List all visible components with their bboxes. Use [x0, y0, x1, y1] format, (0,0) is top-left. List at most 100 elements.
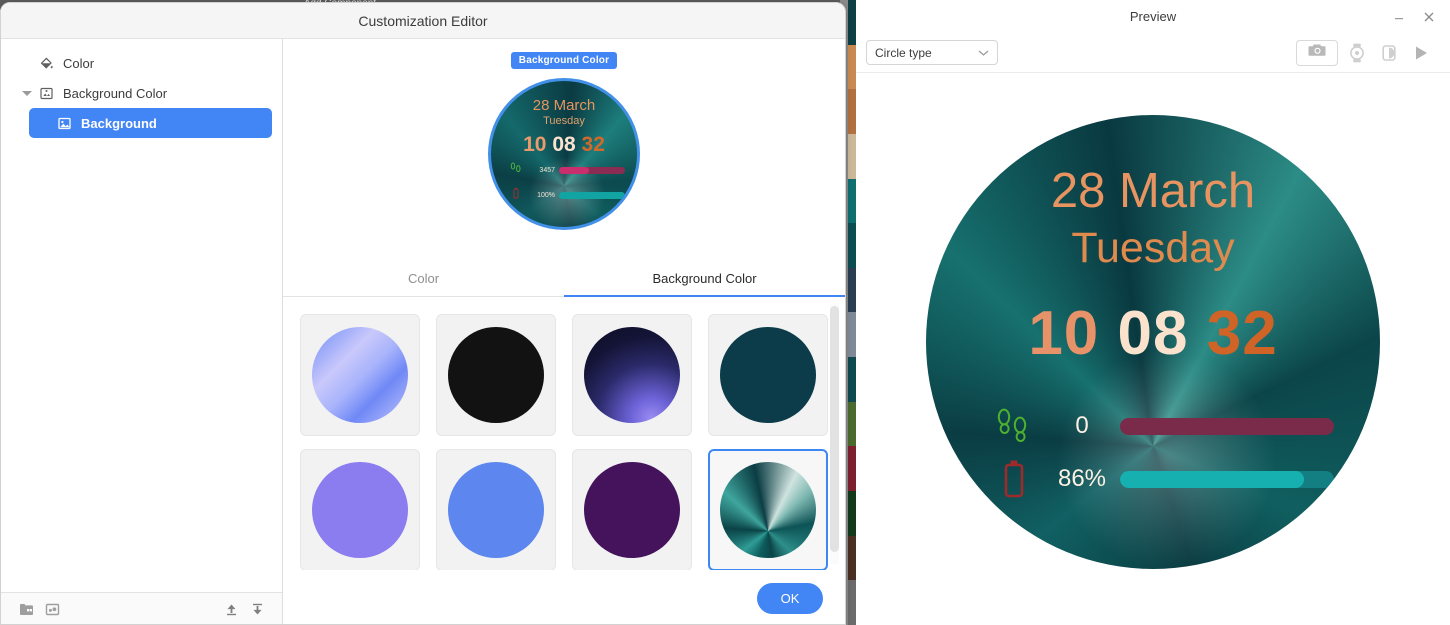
- close-icon[interactable]: [1420, 8, 1438, 26]
- preview-title: Preview: [1129, 9, 1177, 24]
- preview-action-buttons: [1296, 39, 1434, 66]
- expand-triangle-icon[interactable]: [19, 90, 35, 96]
- ok-button[interactable]: OK: [757, 582, 823, 614]
- editor-title: Customization Editor: [358, 12, 488, 29]
- sidebar-item-background[interactable]: Background: [29, 108, 272, 138]
- camera-button[interactable]: [1296, 39, 1338, 66]
- swatch-grid: [300, 314, 845, 570]
- mini-preview-area: Background Color 28 March Tuesday 10 08 …: [283, 39, 845, 261]
- swatch-preview-circle: [720, 327, 816, 423]
- move-down-icon[interactable]: [244, 602, 270, 617]
- swatch-dark-teal-solid[interactable]: [708, 314, 828, 436]
- move-up-icon[interactable]: [218, 602, 244, 617]
- swatch-black-solid[interactable]: [436, 314, 556, 436]
- mini-battery-row: 100%: [491, 186, 637, 205]
- chevron-down-icon: [978, 46, 989, 60]
- swatch-violet-solid[interactable]: [300, 449, 420, 570]
- editor-main-panel: Background Color 28 March Tuesday 10 08 …: [283, 39, 845, 624]
- watch-day-text: Tuesday: [1071, 224, 1235, 272]
- background-thumbnail: [848, 44, 856, 90]
- mini-seconds: 32: [581, 133, 605, 156]
- swatch-preview-circle: [720, 462, 816, 558]
- preview-panel: Preview Circle type 28 March Tuesday 10 …: [856, 0, 1450, 625]
- swatch-dark-purple-solid[interactable]: [572, 449, 692, 570]
- mini-watch-face: 28 March Tuesday 10 08 32 3457 100%: [488, 78, 640, 230]
- footsteps-icon: [984, 405, 1044, 447]
- swatch-preview-circle: [448, 462, 544, 558]
- tab-color[interactable]: Color: [283, 261, 564, 297]
- background-thumbnail: [848, 312, 856, 358]
- swatch-scrollbar-thumb[interactable]: [830, 306, 839, 552]
- watch-steps-value: 0: [1075, 412, 1089, 439]
- mini-day-text: Tuesday: [543, 115, 585, 127]
- swatch-navy-violet-gradient[interactable]: [572, 314, 692, 436]
- watch-date-text: 28 March: [1050, 164, 1256, 218]
- background-thumbnail: [848, 0, 856, 45]
- minimize-icon[interactable]: [1390, 8, 1408, 26]
- sidebar-item-label: Background: [81, 115, 157, 131]
- add-image-icon[interactable]: [39, 603, 65, 616]
- background-color-badge: Background Color: [510, 52, 618, 69]
- watch-steps-bar: [1120, 417, 1334, 435]
- watch-type-select-value: Circle type: [875, 45, 932, 60]
- tab-label: Background Color: [652, 270, 757, 286]
- mini-steps-value: 3457: [539, 167, 555, 174]
- camera-icon: [1308, 42, 1327, 63]
- sidebar-item-color[interactable]: Color: [11, 48, 272, 78]
- editor-body: Color Background Color Background Backgr…: [1, 39, 845, 624]
- watch-seconds: 32: [1206, 299, 1278, 368]
- editor-tabs: Color Background Color: [283, 261, 845, 297]
- background-thumbnail: [848, 267, 856, 313]
- watch-icon[interactable]: [1344, 40, 1370, 66]
- swatch-teal-conic-metal[interactable]: [708, 449, 828, 570]
- sidebar-item-label: Background Color: [63, 85, 168, 101]
- sidebar-item-background-color[interactable]: Background Color: [11, 78, 272, 108]
- watch-face-preview[interactable]: 28 March Tuesday 10 08 32 0 86%: [926, 115, 1380, 569]
- watch-battery-value: 86%: [1057, 465, 1107, 492]
- swatch-royal-blue-solid[interactable]: [436, 449, 556, 570]
- watch-time-text: 10 08 32: [926, 303, 1380, 365]
- background-thumbnail: [848, 401, 856, 447]
- swatch-preview-circle: [584, 327, 680, 423]
- contrast-icon[interactable]: [1376, 40, 1402, 66]
- swatch-scroll-area: [283, 297, 845, 570]
- background-thumbnail-strip: [848, 0, 856, 625]
- editor-titlebar: Customization Editor: [1, 3, 845, 39]
- footsteps-icon: [507, 161, 525, 180]
- mini-battery-bar: [559, 192, 625, 199]
- editor-footer: OK: [283, 570, 845, 624]
- sidebar-item-label: Color: [63, 55, 95, 71]
- mini-steps-row: 3457: [491, 161, 637, 180]
- swatch-preview-circle: [312, 327, 408, 423]
- preview-stage: 28 March Tuesday 10 08 32 0 86%: [856, 73, 1450, 625]
- preview-window-buttons: [1390, 8, 1438, 26]
- add-folder-icon[interactable]: [13, 603, 39, 616]
- swatch-blue-diagonal-gradient[interactable]: [300, 314, 420, 436]
- customization-editor-window: Customization Editor Color Background Col…: [0, 2, 846, 625]
- background-thumbnail: [848, 580, 856, 625]
- background-thumbnail: [848, 133, 856, 179]
- watch-battery-bar-fill: [1120, 470, 1305, 488]
- background-thumbnail: [848, 357, 856, 402]
- mini-steps-bar: [559, 167, 625, 174]
- swatch-preview-circle: [312, 462, 408, 558]
- battery-icon: [984, 457, 1044, 501]
- watch-hours: 10: [1028, 299, 1100, 368]
- mini-hours: 10: [523, 133, 547, 156]
- background-thumbnail: [848, 89, 856, 134]
- watch-battery-bar: [1120, 470, 1334, 488]
- battery-icon: [507, 186, 525, 205]
- swatch-preview-circle: [584, 462, 680, 558]
- watch-type-select[interactable]: Circle type: [866, 40, 998, 65]
- paint-bucket-icon: [35, 56, 57, 71]
- background-thumbnail: [848, 223, 856, 268]
- play-icon[interactable]: [1408, 40, 1434, 66]
- watch-steps-row: 0: [984, 405, 1334, 447]
- tab-background-color[interactable]: Background Color: [564, 261, 845, 297]
- layer-tree: Color Background Color Background: [1, 39, 282, 592]
- tab-label: Color: [407, 270, 440, 286]
- editor-sidebar: Color Background Color Background: [1, 39, 283, 624]
- image-grid-icon: [35, 86, 57, 101]
- background-thumbnail: [848, 535, 856, 581]
- watch-battery-row: 86%: [984, 457, 1334, 501]
